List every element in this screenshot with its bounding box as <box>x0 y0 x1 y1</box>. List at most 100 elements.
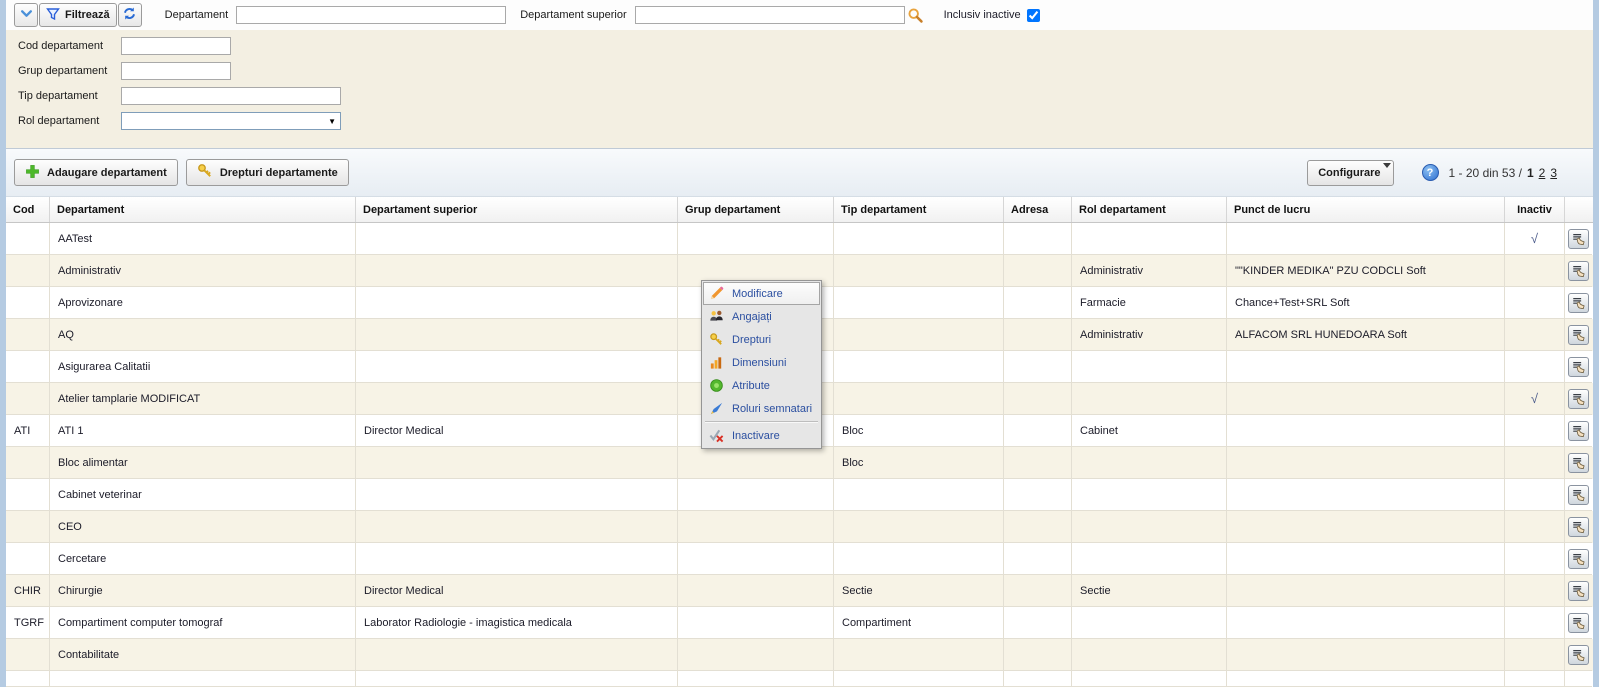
cell-adresa <box>1004 383 1072 415</box>
row-actions-button[interactable] <box>1568 261 1589 281</box>
row-actions-button[interactable] <box>1568 517 1589 537</box>
select-caret-icon: ▼ <box>328 117 336 126</box>
menu-item-label: Dimensiuni <box>732 357 786 369</box>
column-header-punct[interactable]: Punct de lucru <box>1227 197 1505 222</box>
table-row[interactable]: Bloc alimentarBloc <box>6 447 1593 479</box>
rol-departament-select[interactable]: ▼ <box>121 112 341 130</box>
filter-field-label: Cod departament <box>18 40 121 52</box>
cell-adresa <box>1004 479 1072 511</box>
column-header-rol[interactable]: Rol departament <box>1072 197 1227 222</box>
row-actions-button[interactable] <box>1568 357 1589 377</box>
row-actions-button[interactable] <box>1568 229 1589 249</box>
cell-rol: Sectie <box>1072 575 1227 607</box>
page-link-2[interactable]: 2 <box>1539 166 1546 180</box>
menu-item-inactivare[interactable]: Inactivare <box>703 424 820 447</box>
menu-item-label: Inactivare <box>732 430 780 442</box>
search-icon[interactable] <box>907 7 924 24</box>
row-actions-button[interactable] <box>1568 389 1589 409</box>
row-actions-button[interactable] <box>1568 645 1589 665</box>
menu-item-label: Drepturi <box>732 334 771 346</box>
cell-rol <box>1072 607 1227 639</box>
cell-adresa <box>1004 575 1072 607</box>
cell-superior <box>356 319 678 351</box>
key-icon <box>708 332 724 348</box>
expand-filters-button[interactable] <box>14 3 38 27</box>
configure-button[interactable]: Configurare <box>1307 160 1393 186</box>
row-actions-button[interactable] <box>1568 581 1589 601</box>
cell-rol: Farmacie <box>1072 287 1227 319</box>
page-link-3[interactable]: 3 <box>1550 166 1557 180</box>
column-header-actions[interactable] <box>1565 197 1592 222</box>
inclusiv-inactive-checkbox[interactable] <box>1027 9 1040 22</box>
table-row[interactable]: Cercetare <box>6 543 1593 575</box>
table-row[interactable]: AATest√ <box>6 223 1593 255</box>
cell-rol <box>1072 511 1227 543</box>
department-rights-label: Drepturi departamente <box>220 167 338 179</box>
menu-item-atribute[interactable]: Atribute <box>703 374 820 397</box>
dropdown-triangle-icon <box>1383 163 1391 168</box>
table-row[interactable]: Cabinet veterinar <box>6 479 1593 511</box>
cell-superior <box>356 383 678 415</box>
column-header-inactiv[interactable]: Inactiv <box>1505 197 1565 222</box>
row-actions-button[interactable] <box>1568 549 1589 569</box>
cell-empty <box>678 671 834 687</box>
cell-grup <box>678 511 834 543</box>
column-header-grup[interactable]: Grup departament <box>678 197 834 222</box>
menu-item-roluri-semnatari[interactable]: Roluri semnatari <box>703 397 820 420</box>
cod-departament-input[interactable] <box>121 37 231 55</box>
table-row[interactable]: CEO <box>6 511 1593 543</box>
column-header-tip[interactable]: Tip departament <box>834 197 1004 222</box>
cell-actions <box>1565 383 1592 415</box>
column-header-adresa[interactable]: Adresa <box>1004 197 1072 222</box>
pagination-summary: 1 - 20 din 53 / <box>1449 166 1522 180</box>
row-actions-button[interactable] <box>1568 613 1589 633</box>
column-header-superior[interactable]: Departament superior <box>356 197 678 222</box>
row-actions-button[interactable] <box>1568 485 1589 505</box>
row-actions-button[interactable] <box>1568 421 1589 441</box>
cell-empty <box>1072 671 1227 687</box>
grup-departament-input[interactable] <box>121 62 231 80</box>
refresh-button[interactable] <box>118 3 142 27</box>
column-header-departament[interactable]: Departament <box>50 197 356 222</box>
filter-field-label: Grup departament <box>18 65 121 77</box>
menu-item-modificare[interactable]: Modificare <box>703 282 820 305</box>
tip-departament-input[interactable] <box>121 87 341 105</box>
departament-superior-input[interactable] <box>635 6 905 24</box>
app-window: Filtrează Departament Departament superi… <box>6 0 1593 686</box>
menu-item-drepturi[interactable]: Drepturi <box>703 328 820 351</box>
cell-punct <box>1227 447 1505 479</box>
cell-cod <box>6 479 50 511</box>
help-icon[interactable]: ? <box>1422 164 1439 181</box>
cell-inactiv <box>1505 255 1565 287</box>
table-row[interactable]: TGRFCompartiment computer tomografLabora… <box>6 607 1593 639</box>
row-actions-button[interactable] <box>1568 325 1589 345</box>
department-rights-button[interactable]: Drepturi departamente <box>186 159 349 186</box>
cell-actions <box>1565 255 1592 287</box>
add-department-button[interactable]: Adaugare departament <box>14 159 178 186</box>
menu-item-label: Atribute <box>732 380 770 392</box>
row-actions-button[interactable] <box>1568 293 1589 313</box>
cell-actions <box>1565 447 1592 479</box>
cell-actions <box>1565 223 1592 255</box>
filter-button[interactable]: Filtrează <box>39 3 117 27</box>
table-row[interactable]: CHIRChirurgieDirector MedicalSectieSecti… <box>6 575 1593 607</box>
menu-item-dimensiuni[interactable]: Dimensiuni <box>703 351 820 374</box>
cell-actions <box>1565 639 1592 671</box>
column-header-cod[interactable]: Cod <box>6 197 50 222</box>
cell-inactiv <box>1505 511 1565 543</box>
bar-chart-icon <box>708 355 724 371</box>
row-actions-button[interactable] <box>1568 453 1589 473</box>
cell-punct: ALFACOM SRL HUNEDOARA Soft <box>1227 319 1505 351</box>
departament-input[interactable] <box>236 6 506 24</box>
cell-rol <box>1072 639 1227 671</box>
cell-superior <box>356 543 678 575</box>
menu-item-angajați[interactable]: Angajați <box>703 305 820 328</box>
configure-label: Configurare <box>1318 167 1380 179</box>
page-link-1[interactable]: 1 <box>1527 166 1534 180</box>
cell-inactiv <box>1505 447 1565 479</box>
cell-actions <box>1565 607 1592 639</box>
cell-superior <box>356 223 678 255</box>
table-row[interactable]: Contabilitate <box>6 639 1593 671</box>
cell-tip <box>834 319 1004 351</box>
cell-inactiv <box>1505 351 1565 383</box>
